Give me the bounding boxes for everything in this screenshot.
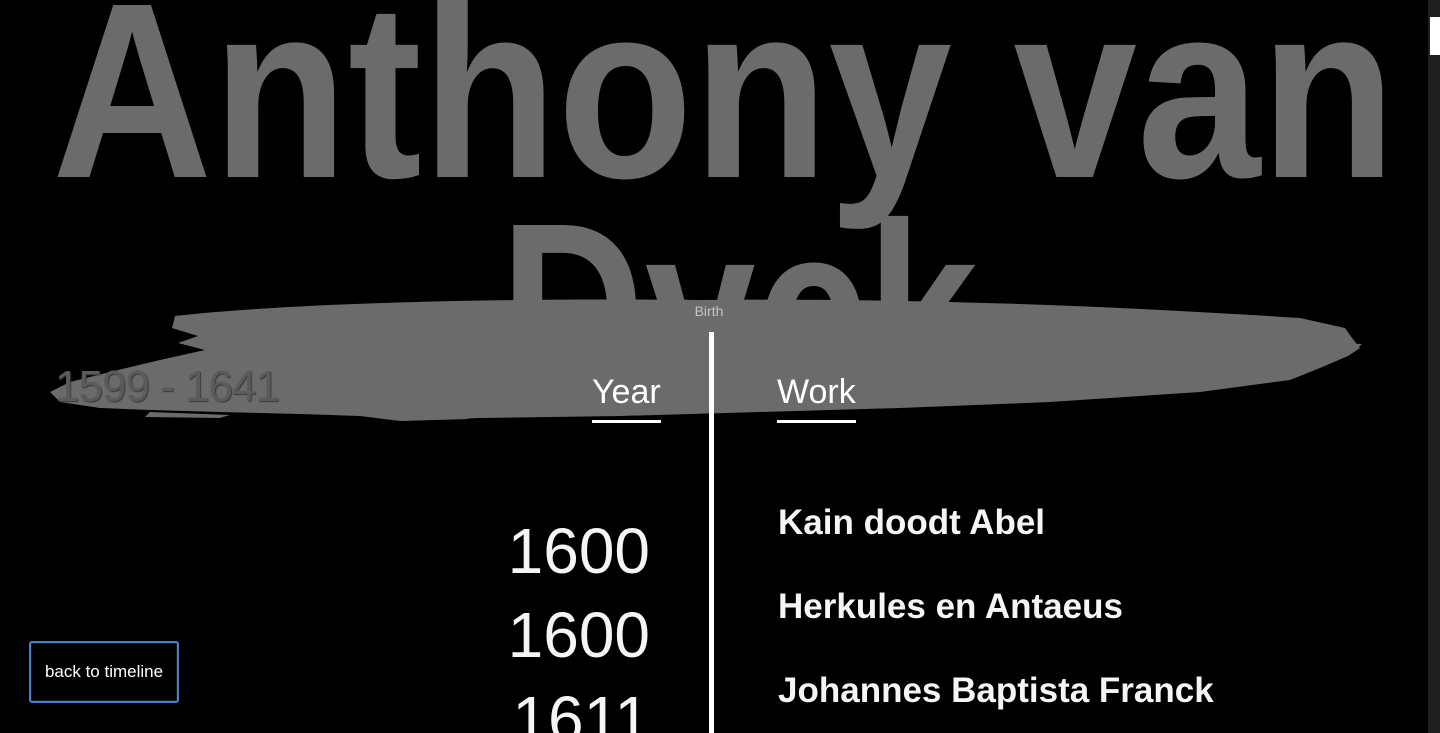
birth-label: Birth: [694, 303, 724, 319]
year-item: 1611: [512, 683, 650, 733]
scrollbar-thumb[interactable]: [1430, 17, 1440, 55]
artist-page: Anthony van Dyck 1599 - 1641 Birth Year …: [0, 0, 1440, 733]
timeline-line: [709, 332, 714, 733]
year-column-header: Year: [592, 372, 661, 423]
artist-lifespan: 1599 - 1641: [55, 362, 280, 411]
year-item: 1600: [507, 515, 650, 587]
artist-name-heading: Anthony van Dyck: [0, 0, 1440, 320]
work-item-johannes-baptista-franck[interactable]: Johannes Baptista Franck: [778, 669, 1418, 733]
work-item-kain-doodt-abel[interactable]: Kain doodt Abel: [778, 501, 1418, 585]
year-list: 1600 1600 1611: [440, 512, 650, 733]
page-scrollbar[interactable]: [1428, 0, 1440, 733]
work-column-header: Work: [777, 372, 856, 423]
artist-name-line-2: Dyck: [500, 171, 979, 320]
back-to-timeline-button[interactable]: back to timeline: [29, 641, 179, 703]
work-item-herkules-en-antaeus[interactable]: Herkules en Antaeus: [778, 585, 1418, 669]
work-list: Kain doodt Abel Herkules en Antaeus Joha…: [778, 501, 1418, 733]
year-item: 1600: [507, 599, 650, 671]
